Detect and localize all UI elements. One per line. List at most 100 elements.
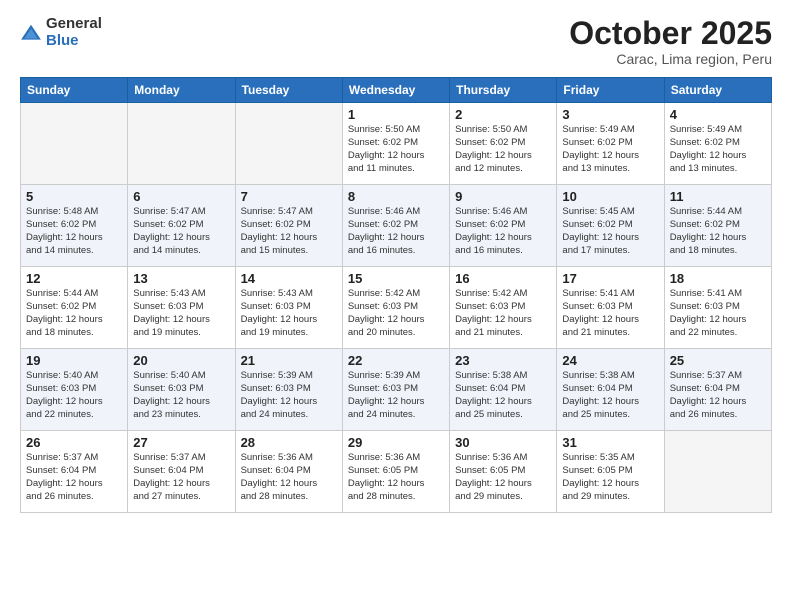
table-row: 22 Sunrise: 5:39 AMSunset: 6:03 PMDayligh… [342,349,449,431]
day-number: 9 [455,189,551,204]
day-number: 22 [348,353,444,368]
header-wednesday: Wednesday [342,78,449,103]
table-row: 5 Sunrise: 5:48 AMSunset: 6:02 PMDaylight… [21,185,128,267]
table-row: 21Sunrise: 5:39 AMSunset: 6:03 PMDayligh… [235,349,342,431]
table-row: 29 Sunrise: 5:36 AMSunset: 6:05 PMDayligh… [342,431,449,513]
day-info: Sunrise: 5:43 AMSunset: 6:03 PMDaylight:… [241,288,337,339]
header-tuesday: Tuesday [235,78,342,103]
calendar-week-row: 12Sunrise: 5:44 AMSunset: 6:02 PMDayligh… [21,267,772,349]
table-row [664,431,771,513]
day-info: Sunrise: 5:40 AMSunset: 6:03 PMDaylight:… [133,370,229,421]
day-number: 5 [26,189,122,204]
day-info: Sunrise: 5:37 AMSunset: 6:04 PMDaylight:… [133,452,229,503]
day-info: Sunrise: 5:38 AMSunset: 6:04 PMDaylight:… [455,370,551,421]
day-info: Sunrise: 5:46 AMSunset: 6:02 PMDaylight:… [455,206,551,257]
table-row: 31Sunrise: 5:35 AMSunset: 6:05 PMDayligh… [557,431,664,513]
table-row: 9 Sunrise: 5:46 AMSunset: 6:02 PMDaylight… [450,185,557,267]
day-number: 31 [562,435,658,450]
calendar-header-row: Sunday Monday Tuesday Wednesday Thursday… [21,78,772,103]
calendar-week-row: 5 Sunrise: 5:48 AMSunset: 6:02 PMDaylight… [21,185,772,267]
table-row: 2 Sunrise: 5:50 AMSunset: 6:02 PMDaylight… [450,103,557,185]
header-thursday: Thursday [450,78,557,103]
page: General Blue October 2025 Carac, Lima re… [0,0,792,612]
table-row: 20 Sunrise: 5:40 AMSunset: 6:03 PMDayligh… [128,349,235,431]
day-info: Sunrise: 5:36 AMSunset: 6:05 PMDaylight:… [348,452,444,503]
day-number: 24 [562,353,658,368]
table-row: 24Sunrise: 5:38 AMSunset: 6:04 PMDayligh… [557,349,664,431]
table-row: 11Sunrise: 5:44 AMSunset: 6:02 PMDayligh… [664,185,771,267]
day-number: 28 [241,435,337,450]
table-row: 26 Sunrise: 5:37 AMSunset: 6:04 PMDayligh… [21,431,128,513]
month-title: October 2025 [569,16,772,51]
table-row [21,103,128,185]
day-info: Sunrise: 5:50 AMSunset: 6:02 PMDaylight:… [455,124,551,175]
table-row: 15Sunrise: 5:42 AMSunset: 6:03 PMDayligh… [342,267,449,349]
calendar-table: Sunday Monday Tuesday Wednesday Thursday… [20,77,772,513]
day-info: Sunrise: 5:37 AMSunset: 6:04 PMDaylight:… [26,452,122,503]
day-number: 13 [133,271,229,286]
day-number: 26 [26,435,122,450]
table-row: 4Sunrise: 5:49 AMSunset: 6:02 PMDaylight… [664,103,771,185]
day-info: Sunrise: 5:37 AMSunset: 6:04 PMDaylight:… [670,370,766,421]
logo-blue: Blue [46,33,102,50]
day-number: 20 [133,353,229,368]
logo: General Blue [20,16,102,49]
table-row: 7Sunrise: 5:47 AMSunset: 6:02 PMDaylight… [235,185,342,267]
day-number: 8 [348,189,444,204]
day-number: 14 [241,271,337,286]
day-info: Sunrise: 5:44 AMSunset: 6:02 PMDaylight:… [670,206,766,257]
day-number: 18 [670,271,766,286]
title-block: October 2025 Carac, Lima region, Peru [569,16,772,67]
day-info: Sunrise: 5:36 AMSunset: 6:04 PMDaylight:… [241,452,337,503]
day-info: Sunrise: 5:45 AMSunset: 6:02 PMDaylight:… [562,206,658,257]
calendar-week-row: 19 Sunrise: 5:40 AMSunset: 6:03 PMDayligh… [21,349,772,431]
day-info: Sunrise: 5:41 AMSunset: 6:03 PMDaylight:… [670,288,766,339]
day-number: 25 [670,353,766,368]
table-row [235,103,342,185]
table-row: 25 Sunrise: 5:37 AMSunset: 6:04 PMDayligh… [664,349,771,431]
day-number: 2 [455,107,551,122]
day-number: 6 [133,189,229,204]
logo-icon [20,22,42,44]
day-number: 23 [455,353,551,368]
day-info: Sunrise: 5:47 AMSunset: 6:02 PMDaylight:… [133,206,229,257]
table-row: 30 Sunrise: 5:36 AMSunset: 6:05 PMDayligh… [450,431,557,513]
table-row: 6 Sunrise: 5:47 AMSunset: 6:02 PMDaylight… [128,185,235,267]
day-number: 19 [26,353,122,368]
table-row: 1Sunrise: 5:50 AMSunset: 6:02 PMDaylight… [342,103,449,185]
table-row: 16Sunrise: 5:42 AMSunset: 6:03 PMDayligh… [450,267,557,349]
day-info: Sunrise: 5:50 AMSunset: 6:02 PMDaylight:… [348,124,444,175]
table-row [128,103,235,185]
calendar-week-row: 26 Sunrise: 5:37 AMSunset: 6:04 PMDayligh… [21,431,772,513]
table-row: 28 Sunrise: 5:36 AMSunset: 6:04 PMDayligh… [235,431,342,513]
day-number: 16 [455,271,551,286]
header-monday: Monday [128,78,235,103]
table-row: 27 Sunrise: 5:37 AMSunset: 6:04 PMDayligh… [128,431,235,513]
day-info: Sunrise: 5:49 AMSunset: 6:02 PMDaylight:… [670,124,766,175]
day-info: Sunrise: 5:40 AMSunset: 6:03 PMDaylight:… [26,370,122,421]
table-row: 14 Sunrise: 5:43 AMSunset: 6:03 PMDayligh… [235,267,342,349]
table-row: 8Sunrise: 5:46 AMSunset: 6:02 PMDaylight… [342,185,449,267]
table-row: 23 Sunrise: 5:38 AMSunset: 6:04 PMDayligh… [450,349,557,431]
day-number: 17 [562,271,658,286]
table-row: 10 Sunrise: 5:45 AMSunset: 6:02 PMDayligh… [557,185,664,267]
day-info: Sunrise: 5:43 AMSunset: 6:03 PMDaylight:… [133,288,229,339]
day-info: Sunrise: 5:49 AMSunset: 6:02 PMDaylight:… [562,124,658,175]
table-row: 18 Sunrise: 5:41 AMSunset: 6:03 PMDayligh… [664,267,771,349]
day-number: 21 [241,353,337,368]
day-number: 29 [348,435,444,450]
day-info: Sunrise: 5:39 AMSunset: 6:03 PMDaylight:… [348,370,444,421]
day-number: 27 [133,435,229,450]
table-row: 3Sunrise: 5:49 AMSunset: 6:02 PMDaylight… [557,103,664,185]
day-number: 10 [562,189,658,204]
day-info: Sunrise: 5:48 AMSunset: 6:02 PMDaylight:… [26,206,122,257]
day-info: Sunrise: 5:41 AMSunset: 6:03 PMDaylight:… [562,288,658,339]
day-number: 12 [26,271,122,286]
table-row: 13 Sunrise: 5:43 AMSunset: 6:03 PMDayligh… [128,267,235,349]
day-info: Sunrise: 5:47 AMSunset: 6:02 PMDaylight:… [241,206,337,257]
day-number: 15 [348,271,444,286]
day-info: Sunrise: 5:36 AMSunset: 6:05 PMDaylight:… [455,452,551,503]
logo-text: General Blue [46,16,102,49]
day-number: 30 [455,435,551,450]
table-row: 17 Sunrise: 5:41 AMSunset: 6:03 PMDayligh… [557,267,664,349]
